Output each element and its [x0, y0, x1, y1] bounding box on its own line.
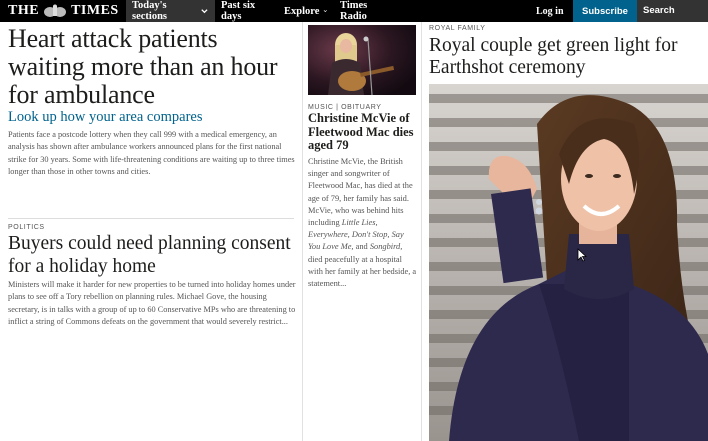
column-divider — [421, 22, 422, 441]
subscribe-button[interactable]: Subscribe — [573, 0, 637, 22]
logo-text-the: THE — [8, 3, 40, 18]
lead-headline[interactable]: Heart attack patients waiting more than … — [8, 25, 298, 109]
search-button[interactable]: Search — [637, 0, 708, 22]
christine-mcvie-photo-image — [308, 25, 416, 95]
nav-label: Times Radio — [340, 0, 368, 22]
login-label: Log in — [536, 5, 564, 17]
royal-column: ROYAL FAMILY Royal couple get green ligh… — [429, 22, 708, 441]
mouse-cursor-icon — [577, 248, 587, 262]
logo-text-times: TIMES — [71, 3, 119, 18]
obituary-summary: Christine McVie, the British singer and … — [308, 156, 418, 290]
obituary-column: MUSIC | OBITUARY Christine McVie of Flee… — [308, 22, 418, 441]
obituary-kicker: MUSIC | OBITUARY — [308, 104, 382, 111]
princess-photo-image — [429, 84, 708, 441]
column-divider — [302, 22, 303, 441]
obituary-text-2: and — [353, 242, 370, 252]
nav-label: Today's sections — [132, 0, 167, 22]
politics-headline[interactable]: Buyers could need planning consent for a… — [8, 233, 298, 278]
nav-label: Explore — [284, 5, 320, 17]
nav-explore[interactable]: Explore — [278, 0, 334, 22]
obituary-text-3: died peacefully at a hospital with her f… — [308, 254, 417, 289]
politics-kicker: POLITICS — [8, 224, 45, 231]
obituary-headline[interactable]: Christine McVie of Fleetwood Mac dies ag… — [308, 111, 418, 153]
obituary-text-1: Christine McVie, the British singer and … — [308, 157, 413, 228]
lead-subheadline-link[interactable]: Look up how your area compares — [8, 109, 202, 126]
royal-crest-icon — [44, 4, 67, 17]
login-button[interactable]: Log in — [530, 0, 570, 22]
obituary-song-titles-2: Songbird, — [369, 242, 403, 252]
royal-kicker: ROYAL FAMILY — [429, 25, 486, 32]
royal-photo[interactable] — [429, 84, 708, 441]
subscribe-label: Subscribe — [582, 5, 628, 17]
lead-column: Heart attack patients waiting more than … — [0, 22, 300, 441]
top-navigation-bar: THE TIMES Today's sections Past six days… — [0, 0, 708, 22]
royal-headline[interactable]: Royal couple get green light for Earthsh… — [429, 35, 708, 79]
nav-times-radio[interactable]: Times Radio — [334, 0, 400, 22]
lead-summary: Patients face a postcode lottery when th… — [8, 130, 295, 177]
politics-summary: Ministers will make it harder for new pr… — [8, 280, 296, 327]
nav-todays-sections[interactable]: Today's sections — [126, 0, 215, 22]
christine-mcvie-photo[interactable] — [308, 25, 416, 95]
nav-label: Past six days — [221, 0, 256, 22]
times-logo[interactable]: THE TIMES — [8, 2, 119, 20]
nav-past-six-days[interactable]: Past six days — [215, 0, 277, 22]
section-divider — [8, 218, 294, 219]
search-label: Search — [643, 5, 675, 16]
chevron-down-icon — [201, 9, 208, 14]
chevron-down-icon — [324, 10, 328, 13]
